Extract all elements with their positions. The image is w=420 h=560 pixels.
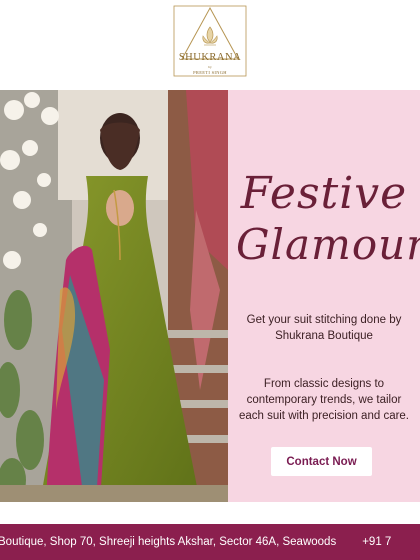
brand-by: by (208, 65, 212, 69)
footer-ticker: Boutique, Shop 70, Shreeji heights Aksha… (0, 524, 391, 560)
hero-title-line1: Festive (240, 168, 408, 219)
footer-bar: Boutique, Shop 70, Shreeji heights Aksha… (0, 524, 420, 560)
brand-logo[interactable]: SHUKRANA by PREETI SINGH (173, 5, 247, 77)
contact-now-button[interactable]: Contact Now (271, 447, 372, 476)
brand-owner: PREETI SINGH (193, 70, 227, 75)
hero-tagline: Get your suit stitching done by Shukrana… (246, 314, 402, 342)
footer-address: Boutique, Shop 70, Shreeji heights Aksha… (0, 536, 337, 548)
hero-description: From classic designs to contemporary tre… (238, 378, 410, 422)
hero-photo (0, 90, 228, 502)
hero-banner: Festive Glamour Get your suit stitching … (0, 90, 420, 502)
footer-phone[interactable]: +91 7 (362, 536, 391, 548)
hero-title-line2: Glamour (236, 220, 420, 269)
hero-content: Festive Glamour Get your suit stitching … (228, 90, 420, 502)
header: SHUKRANA by PREETI SINGH (0, 0, 420, 90)
brand-name: SHUKRANA (178, 52, 242, 63)
